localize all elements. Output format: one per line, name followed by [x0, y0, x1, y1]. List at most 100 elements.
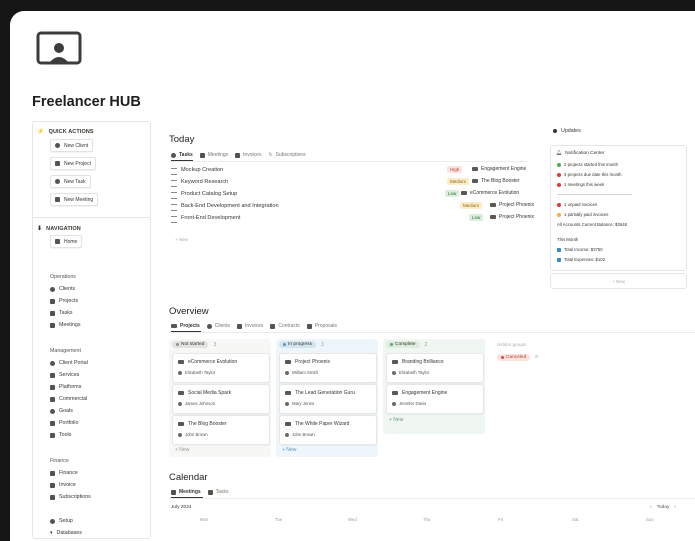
nav-item-invoice[interactable]: Invoice: [50, 482, 76, 488]
project-card[interactable]: The Blog Booster John Brown: [172, 415, 270, 445]
tab-invoices[interactable]: Invoices: [237, 323, 263, 329]
nav-group-management: Management: [50, 348, 81, 354]
task-row[interactable]: Mockup Creation High Engagement Engine: [169, 165, 529, 176]
task-row[interactable]: Keyword Research Medium The Blog Booster: [169, 177, 529, 188]
nav-item-databases[interactable]: ▾ Databases: [50, 530, 82, 536]
task-project: The Blog Booster: [472, 178, 520, 184]
divider: [169, 498, 695, 499]
task-row[interactable]: Front-End Development Low Project Phoeni…: [169, 213, 534, 224]
card-person: Mary Jones: [292, 401, 315, 406]
project-card[interactable]: Social Media Spark James Johnson: [172, 384, 270, 414]
project-card[interactable]: The White Paper Wizard John Brown: [279, 415, 377, 445]
calendar-day-header: Wed: [348, 517, 357, 522]
tab-tasks[interactable]: Tasks: [171, 152, 193, 158]
hidden-group-canceled[interactable]: Canceled 0: [497, 354, 538, 361]
calendar-tabs: Meetings Tasks: [171, 489, 228, 495]
column-new-button[interactable]: + New: [175, 447, 189, 453]
card-title: The Blog Booster: [188, 421, 227, 427]
list-icon: [171, 204, 177, 211]
check-circle-icon: [171, 152, 176, 158]
card-title: Project Phoenix: [295, 359, 331, 365]
presentation-icon: [36, 31, 82, 65]
today-tabs: Tasks Meetings Invoices ↻ Subscriptions: [171, 152, 306, 158]
project-card[interactable]: The Lead Generation Guru Mary Jones: [279, 384, 377, 414]
tools-icon: [50, 432, 55, 438]
project-card[interactable]: eCommerce Evolution Elizabeth Taylor: [172, 353, 270, 383]
folder-icon: [285, 421, 291, 427]
tab-invoices[interactable]: Invoices: [235, 152, 261, 158]
gear-icon: [50, 518, 55, 524]
calendar-day-header: Thu: [423, 517, 431, 522]
nav-item-tasks[interactable]: Tasks: [50, 310, 73, 316]
list-icon: [50, 310, 55, 316]
tab-clients[interactable]: Clients: [206, 323, 230, 329]
today-button[interactable]: Today: [657, 505, 670, 510]
project-card[interactable]: Engagement Engine Jennifer Davis: [386, 384, 484, 414]
client-icon: [206, 323, 212, 329]
hidden-groups-label: Hidden groups: [497, 342, 527, 347]
folder-icon: [490, 214, 496, 220]
invoice-icon: [50, 482, 55, 488]
tab-subscriptions[interactable]: ↻ Subscriptions: [268, 152, 305, 158]
project-card[interactable]: Branding Brilliance Elizabeth Taylor: [386, 353, 484, 383]
task-name: Keyword Research: [181, 179, 229, 185]
new-client-button[interactable]: New Client: [50, 139, 94, 152]
task-name: Front-End Development: [181, 215, 241, 221]
nav-item-platforms[interactable]: Platforms: [50, 384, 81, 390]
column-header: Complete 2: [386, 341, 427, 348]
folder-icon: [50, 298, 55, 304]
finance-icon: [50, 470, 55, 476]
nav-item-services[interactable]: Services: [50, 372, 79, 378]
task-row[interactable]: Product Catalog Setup Low eCommerce Evol…: [169, 189, 529, 200]
updates-new-button[interactable]: + New: [550, 273, 687, 289]
new-task-button[interactable]: New Task: [50, 175, 91, 188]
notification-card: 🔔︎ Notification Center 2 projects started…: [550, 145, 687, 271]
bell-icon: [553, 129, 557, 133]
platforms-icon: [50, 384, 55, 390]
status-dot-icon: [501, 356, 504, 359]
nav-item-portfolio[interactable]: Portfolio: [50, 420, 78, 426]
card-title: The White Paper Wizard: [295, 421, 350, 427]
task-project: Project Phoenix: [490, 214, 534, 220]
nav-item-subscriptions[interactable]: Subscriptions: [50, 494, 91, 500]
tab-tasks[interactable]: Tasks: [207, 489, 228, 495]
nav-item-goals[interactable]: Goals: [50, 408, 73, 414]
calendar-nav: ‹ Today ›: [650, 505, 676, 510]
column-new-button[interactable]: + New: [389, 417, 403, 423]
tab-meetings[interactable]: Meetings: [199, 152, 228, 158]
nav-item-client-portal[interactable]: Client Portal: [50, 360, 88, 366]
nav-item-finance[interactable]: Finance: [50, 470, 78, 476]
home-button[interactable]: Home: [50, 235, 83, 248]
project-card[interactable]: Project Phoenix William Smith: [279, 353, 377, 383]
task-row[interactable]: Back-End Development and Integration Med…: [169, 201, 534, 212]
nav-item-projects[interactable]: Projects: [50, 298, 78, 304]
tab-proposals[interactable]: Proposals: [306, 323, 337, 329]
nav-item-clients[interactable]: Clients: [50, 286, 75, 292]
nav-item-commercial[interactable]: Commercial: [50, 396, 87, 402]
calendar-icon: [199, 152, 205, 158]
chevron-right-icon[interactable]: ›: [674, 505, 676, 510]
column-new-button[interactable]: + New: [282, 447, 296, 453]
navigation-header: ⬇ NAVIGATION: [37, 225, 81, 233]
calendar-icon: [50, 322, 55, 328]
chevron-left-icon[interactable]: ‹: [650, 505, 652, 510]
tab-contracts[interactable]: Contracts: [270, 323, 300, 329]
card-person: Elizabeth Taylor: [399, 370, 430, 375]
portfolio-icon: [50, 420, 55, 426]
tab-projects[interactable]: Projects: [171, 323, 200, 329]
tab-meetings[interactable]: Meetings: [171, 489, 201, 495]
new-meeting-button[interactable]: New Meeting: [50, 193, 99, 206]
nav-item-tools[interactable]: Tools: [50, 432, 71, 438]
bolt-icon: ⚡: [37, 129, 45, 135]
new-project-button[interactable]: New Project: [50, 157, 96, 170]
nav-item-meetings[interactable]: Meetings: [50, 322, 81, 328]
calendar-day-header: Mon: [200, 517, 209, 522]
card-person: Elizabeth Taylor: [185, 370, 216, 375]
today-new-button[interactable]: + New: [175, 237, 188, 242]
card-title: eCommerce Evolution: [188, 359, 238, 365]
overview-title: Overview: [169, 306, 209, 317]
commercial-icon: [50, 396, 55, 402]
folder-icon: [461, 190, 467, 196]
folder-icon: [285, 390, 291, 396]
nav-item-setup[interactable]: Setup: [50, 518, 73, 524]
